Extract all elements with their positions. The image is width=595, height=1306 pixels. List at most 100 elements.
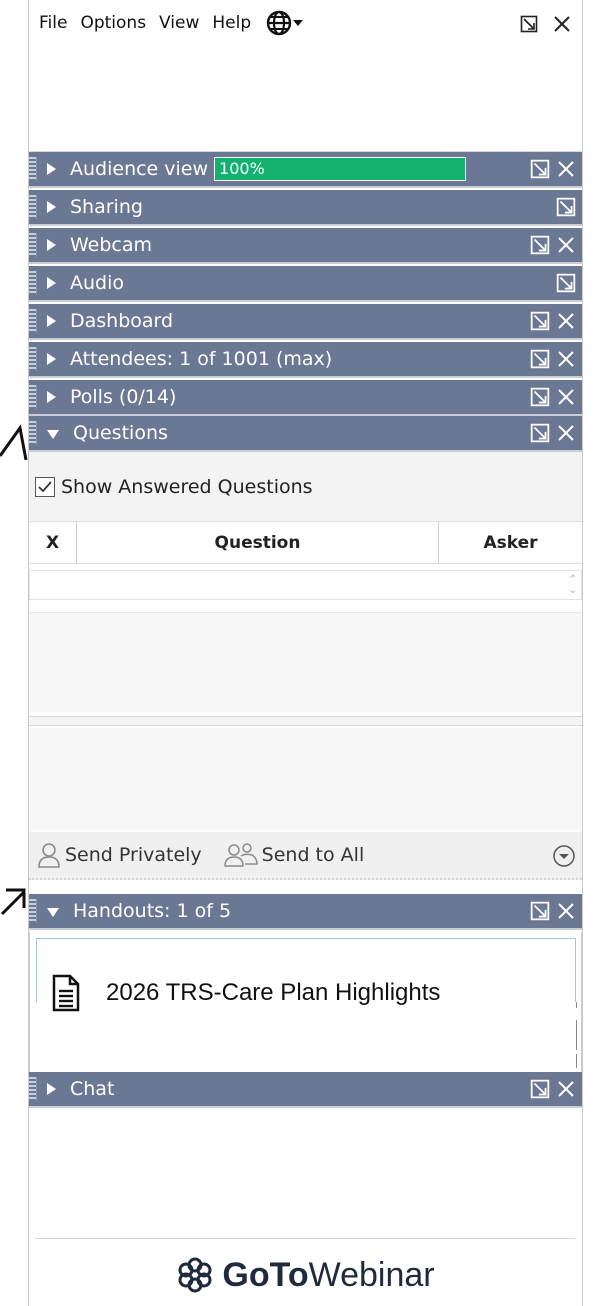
close-icon[interactable] [556, 159, 576, 179]
panel-title: Sharing [70, 196, 143, 218]
send-toolbar: Send Privately Send to All [29, 832, 582, 880]
panel-title: Polls (0/14) [70, 386, 177, 408]
undock-icon[interactable] [530, 901, 550, 921]
panel-webcam[interactable]: Webcam [29, 228, 582, 264]
close-icon[interactable] [556, 387, 576, 407]
questions-list[interactable] [29, 612, 582, 712]
progress-text: 100% [219, 159, 265, 178]
column-header-x[interactable]: X [29, 521, 77, 564]
checkmark-icon [38, 480, 52, 492]
splitter-handle[interactable] [29, 716, 582, 726]
panel-handouts[interactable]: Handouts: 1 of 5 [29, 894, 582, 930]
panel-audio[interactable]: Audio [29, 266, 582, 302]
undock-icon[interactable] [530, 159, 550, 179]
column-header-question[interactable]: Question [77, 521, 439, 564]
panel-title: Webcam [70, 234, 153, 256]
panel-dashboard[interactable]: Dashboard [29, 304, 582, 340]
menu-options[interactable]: Options [80, 13, 146, 33]
panel-title: Audience view [70, 158, 209, 180]
show-answered-row[interactable]: Show Answered Questions [29, 452, 582, 522]
gotowebinar-logo: GoToWebinar [29, 1250, 582, 1300]
expand-icon[interactable] [47, 1083, 56, 1095]
grip-handle[interactable] [29, 421, 37, 445]
grip-handle[interactable] [29, 347, 37, 371]
question-filter-input[interactable]: ⌃ ⌄ [29, 570, 582, 600]
undock-icon[interactable] [530, 235, 550, 255]
document-icon [52, 974, 80, 1012]
globe-icon [266, 10, 292, 36]
grip-handle[interactable] [29, 899, 37, 923]
expand-icon[interactable] [47, 239, 56, 251]
gotowebinar-control-panel: File Options View Help Audience view 100… [28, 0, 583, 1306]
expand-icon[interactable] [47, 277, 56, 289]
expand-icon[interactable] [47, 163, 56, 175]
show-answered-checkbox[interactable] [35, 476, 55, 497]
divider [35, 1238, 575, 1239]
top-area [29, 46, 582, 152]
menu-help[interactable]: Help [212, 13, 251, 33]
questions-panel-body: Show Answered Questions X Question Asker… [29, 452, 582, 892]
panel-chat[interactable]: Chat [29, 1072, 582, 1108]
collapse-icon[interactable] [47, 429, 59, 439]
undock-icon[interactable] [556, 273, 576, 293]
undock-icon[interactable] [556, 197, 576, 217]
chevron-down-icon [293, 20, 304, 26]
undock-icon[interactable] [530, 349, 550, 369]
brand-light: Webinar [308, 1255, 435, 1294]
brand-bold: GoTo [222, 1255, 309, 1294]
scroll-mark [576, 1002, 577, 1008]
panel-polls[interactable]: Polls (0/14) [29, 380, 582, 416]
expand-icon[interactable] [47, 315, 56, 327]
grip-handle[interactable] [29, 157, 37, 181]
group-icon [223, 843, 258, 867]
send-to-all-label: Send to All [261, 844, 365, 866]
menu-file[interactable]: File [39, 13, 67, 33]
close-icon[interactable] [556, 423, 576, 443]
send-privately-label: Send Privately [65, 844, 202, 866]
person-icon [38, 843, 60, 868]
panel-attendees[interactable]: Attendees: 1 of 1001 (max) [29, 342, 582, 378]
grip-handle[interactable] [29, 271, 37, 295]
panel-title: Handouts: 1 of 5 [73, 900, 232, 922]
close-icon[interactable] [556, 311, 576, 331]
send-to-all-button[interactable]: Send to All [223, 842, 365, 868]
scroll-mark [576, 1054, 577, 1068]
undock-icon[interactable] [530, 423, 550, 443]
close-icon[interactable] [552, 14, 572, 34]
flower-logo-icon [178, 1257, 212, 1293]
spinner-icon[interactable]: ⌃ ⌄ [569, 574, 577, 596]
menu-view[interactable]: View [159, 13, 199, 33]
column-header-asker[interactable]: Asker [439, 533, 582, 553]
grip-handle[interactable] [29, 233, 37, 257]
send-privately-button[interactable]: Send Privately [37, 842, 202, 868]
expand-icon[interactable] [47, 353, 56, 365]
grip-handle[interactable] [29, 195, 37, 219]
undock-icon[interactable] [520, 15, 538, 33]
collapse-icon[interactable] [47, 907, 59, 917]
annotation-arrow-top [0, 424, 28, 460]
audience-progress-bar: 100% [214, 157, 467, 181]
answer-textarea[interactable] [29, 728, 582, 830]
close-icon[interactable] [556, 235, 576, 255]
scroll-mark [576, 1020, 577, 1050]
close-icon[interactable] [556, 1079, 576, 1099]
panel-title: Attendees: 1 of 1001 (max) [70, 348, 333, 370]
language-dropdown[interactable] [266, 10, 304, 36]
panel-sharing[interactable]: Sharing [29, 190, 582, 226]
close-icon[interactable] [556, 349, 576, 369]
panel-questions[interactable]: Questions [29, 416, 582, 452]
close-icon[interactable] [556, 901, 576, 921]
undock-icon[interactable] [530, 1079, 550, 1099]
chevron-down-circle-icon[interactable] [552, 844, 576, 868]
grip-handle[interactable] [29, 385, 37, 409]
undock-icon[interactable] [530, 387, 550, 407]
expand-icon[interactable] [47, 391, 56, 403]
handout-label: 2026 TRS-Care Plan Highlights [106, 979, 441, 1006]
chat-panel-body: GoToWebinar [29, 1110, 582, 1306]
undock-icon[interactable] [530, 311, 550, 331]
expand-icon[interactable] [47, 201, 56, 213]
grip-handle[interactable] [29, 309, 37, 333]
handout-item[interactable]: 2026 TRS-Care Plan Highlights [52, 974, 440, 1012]
grip-handle[interactable] [29, 1077, 37, 1101]
panel-audience-view[interactable]: Audience view 100% [29, 152, 582, 188]
